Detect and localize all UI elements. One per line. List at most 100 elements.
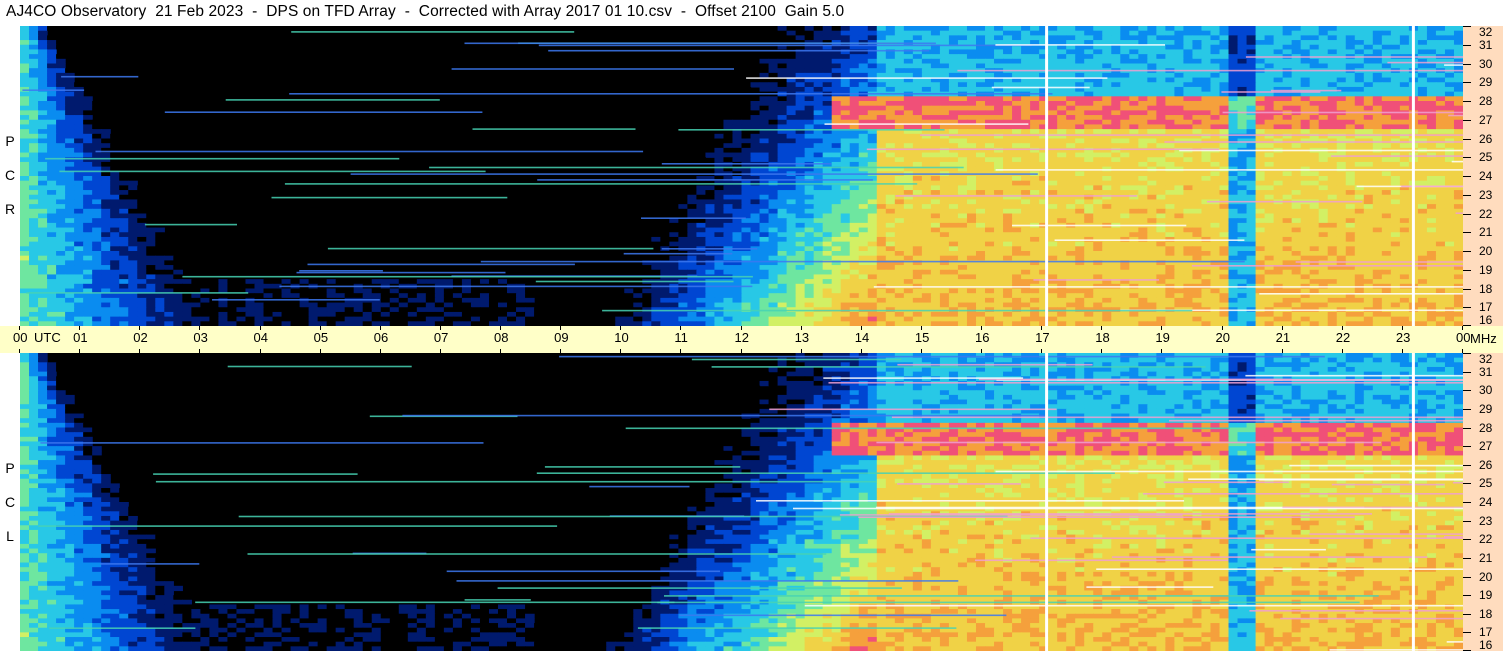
spectrogram-cell: [642, 124, 652, 130]
spectrogram-cell: [83, 77, 93, 83]
spectrogram-cell: [434, 105, 445, 111]
spectrogram-cell: [128, 86, 138, 93]
spectrogram-cell: [362, 152, 373, 158]
spectrogram-cell: [894, 161, 905, 168]
spectrogram-cell: [750, 199, 761, 205]
spectrogram-cell: [29, 58, 39, 65]
spectrogram-cell: [1399, 138, 1410, 144]
spectrogram-cell: [155, 35, 165, 41]
spectrogram-cell: [994, 63, 1004, 69]
spectrogram-cell: [1147, 194, 1157, 201]
spectrogram-cell: [1003, 185, 1013, 191]
spectrogram-cell: [1219, 30, 1230, 36]
spectrogram-cell: [20, 129, 30, 135]
spectrogram-cell: [1435, 119, 1446, 126]
spectrogram-cell: [1453, 101, 1463, 107]
spectrogram-cell: [1165, 35, 1175, 41]
spectrogram-cell: [497, 72, 508, 79]
spectrogram-cell: [1327, 176, 1338, 182]
spectrogram-cell: [335, 54, 346, 60]
spectrogram-cell: [1444, 101, 1455, 107]
spectrogram-cell: [1336, 157, 1347, 163]
spectrogram-cell: [930, 199, 941, 205]
spectrogram-cell: [1147, 110, 1157, 116]
spectrogram-cell: [687, 199, 698, 205]
spectrogram-cell: [696, 185, 707, 191]
spectrogram-cell: [1282, 40, 1293, 46]
spectrogram-cell: [1345, 194, 1356, 201]
spectrogram-cell: [948, 101, 959, 107]
spectrogram-cell: [1309, 115, 1320, 121]
spectrogram-cell: [1255, 190, 1266, 196]
spectrogram-cell: [1192, 30, 1203, 36]
spectrogram-cell: [1336, 26, 1347, 32]
spectrogram-cell: [1336, 171, 1347, 177]
spectrogram-cell: [588, 185, 598, 191]
spectrogram-cell: [1426, 208, 1437, 215]
spectrogram-cell: [1030, 101, 1040, 107]
spectrogram-cell: [1318, 44, 1329, 51]
spectrogram-cell: [1309, 152, 1320, 158]
spectrogram-cell: [1300, 101, 1311, 107]
spectrogram-cell: [994, 190, 1004, 196]
spectrogram-cell: [83, 147, 93, 154]
spectrogram-cell: [1102, 138, 1112, 144]
spectrogram-cell: [552, 143, 562, 149]
spectrogram-cell: [948, 208, 959, 215]
spectrogram-cell: [164, 218, 174, 224]
spectrogram-cell: [831, 26, 842, 32]
spectrogram-cell: [534, 35, 544, 41]
spectrogram-cell: [786, 110, 797, 116]
spectrogram-cell: [308, 86, 319, 93]
spectrogram-cell: [1084, 152, 1094, 158]
spectrogram-cell: [200, 227, 210, 233]
spectrogram-cell: [994, 213, 1004, 219]
spectrogram-cell: [759, 82, 770, 88]
spectrogram-cell: [813, 190, 824, 196]
spectrogram-cell: [191, 222, 201, 229]
spectrogram-cell: [83, 176, 93, 182]
spectrogram-cell: [705, 199, 716, 205]
spectrogram-cell: [47, 49, 57, 55]
spectrogram-cell: [975, 208, 986, 215]
spectrogram-cell: [912, 190, 923, 196]
spectrogram-cell: [47, 77, 57, 83]
spectrogram-cell: [1111, 58, 1121, 65]
spectrogram-cell: [1219, 180, 1230, 186]
spectrogram-cell: [1435, 44, 1446, 51]
spectrogram-cell: [1192, 171, 1203, 177]
spectrogram-cell: [20, 227, 30, 233]
spectrogram-cell: [1174, 157, 1185, 163]
spectrogram-cell: [867, 133, 878, 140]
spectrogram-cell: [579, 110, 589, 116]
spectrogram-cell: [813, 119, 824, 126]
spectrogram-cell: [1030, 96, 1040, 102]
spectrogram-cell: [732, 147, 743, 154]
spectrogram-cell: [1318, 204, 1329, 210]
spectrogram-cell: [1012, 124, 1022, 130]
spectrogram-cell: [696, 72, 707, 79]
spectrogram-cell: [867, 115, 878, 121]
spectrogram-cell: [128, 101, 138, 107]
spectrogram-cell: [479, 199, 490, 205]
spectrogram-cell: [1327, 194, 1338, 201]
spectrogram-cell: [290, 115, 301, 121]
spectrogram-cell: [92, 199, 102, 205]
spectrogram-cell: [822, 185, 833, 191]
spectrogram-cell: [1012, 204, 1022, 210]
spectrogram-cell: [20, 115, 30, 121]
spectrogram-cell: [371, 72, 382, 79]
spectrogram-cell: [741, 101, 752, 107]
spectrogram-cell: [56, 44, 66, 51]
spectrogram-cell: [985, 35, 995, 41]
spectrogram-cell: [804, 86, 815, 93]
spectrogram-cell: [182, 185, 192, 191]
spectrogram-cell: [994, 101, 1004, 107]
spectrogram-cell: [831, 218, 842, 224]
spectrogram-cell: [849, 82, 860, 88]
spectrogram-cell: [1228, 49, 1239, 55]
spectrogram-cell: [1192, 44, 1203, 51]
spectrogram-cell: [20, 110, 30, 116]
spectrogram-cell: [741, 133, 752, 140]
spectrogram-cell: [191, 124, 201, 130]
